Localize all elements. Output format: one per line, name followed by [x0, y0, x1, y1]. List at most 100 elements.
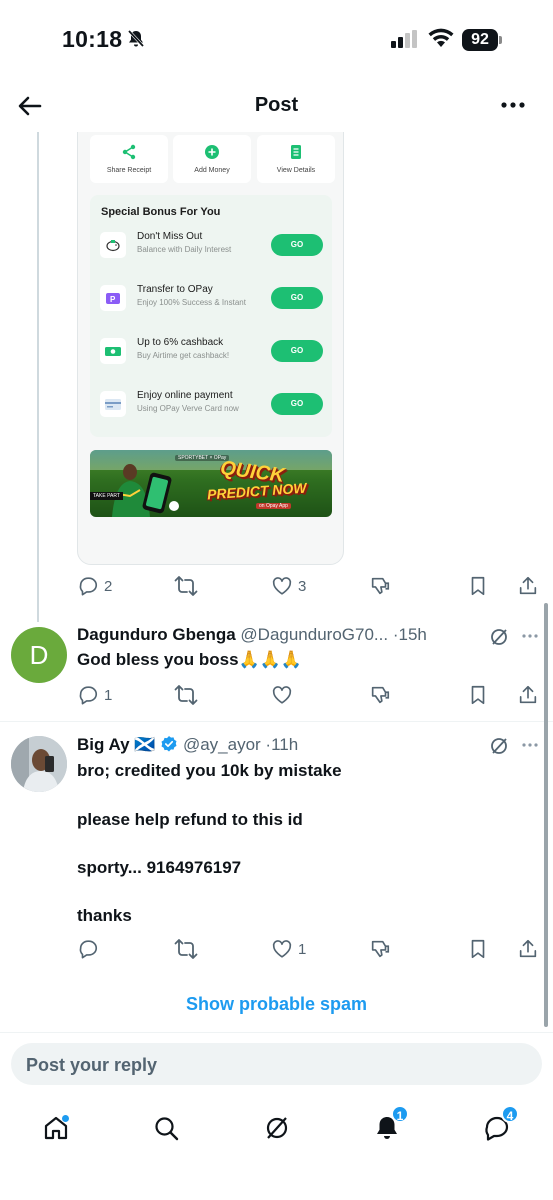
search-icon [155, 1117, 179, 1141]
reply-count: 1 [104, 687, 113, 704]
reply-text-line: please help refund to this id [77, 810, 303, 829]
tab-search[interactable] [146, 1108, 186, 1148]
bonus-item-title: Enjoy online payment [137, 390, 233, 401]
bonus-item: Up to 6% cashback Buy Airtime get cashba… [90, 333, 332, 373]
reply-action-bar: 1 [77, 680, 547, 708]
bookmark-button[interactable] [467, 680, 497, 708]
share-upload-icon [519, 685, 537, 704]
show-probable-spam-link[interactable]: Show probable spam [0, 994, 553, 1015]
messages-badge: 4 [501, 1105, 519, 1123]
reply-post[interactable]: Big Ay 🏴󠁧󠁢󠁳󠁣󠁴󠁿 @ay_ayor ·11h bro; credit… [0, 722, 553, 972]
reply-action-bar: 1 [77, 934, 547, 962]
post-media-screenshot[interactable]: Share Receipt Add Money View Details Spe… [77, 118, 344, 565]
dislike-button[interactable] [369, 680, 399, 708]
banner-tag: TAKE PART [90, 492, 123, 500]
plus-circle-icon [203, 143, 221, 161]
share-button[interactable] [517, 571, 547, 599]
bonus-item-desc: Balance with Daily Interest [137, 245, 232, 254]
add-money-action: Add Money [173, 135, 251, 183]
bookmark-icon [471, 939, 485, 959]
bottom-tab-bar: 1 4 [0, 1098, 553, 1158]
separator-dot: · [260, 735, 272, 754]
thumbs-down-icon [371, 686, 390, 704]
author-handle[interactable]: @ay_ayor [183, 735, 261, 754]
reply-button[interactable] [77, 934, 137, 962]
bookmark-icon [471, 685, 485, 705]
like-button[interactable]: 3 [271, 571, 331, 599]
tab-home[interactable] [36, 1108, 76, 1148]
more-options-icon[interactable] [520, 737, 540, 757]
document-icon [287, 143, 305, 161]
bonus-item-desc: Using OPay Verve Card now [137, 404, 239, 413]
tab-grok[interactable] [257, 1108, 297, 1148]
repost-button[interactable] [174, 680, 234, 708]
composer-divider [0, 1032, 553, 1033]
battery-level: 92 [462, 29, 498, 51]
reply-post[interactable]: D Dagunduro Gbenga @DagunduroG70... ·15h… [0, 612, 553, 722]
bonus-item-desc: Enjoy 100% Success & Instant [137, 298, 246, 307]
grok-icon[interactable] [489, 627, 509, 647]
card-icon [100, 391, 126, 417]
scrollbar[interactable] [544, 603, 548, 1027]
banner-caption: on Opay App [256, 503, 291, 509]
repost-icon [174, 576, 198, 596]
cash-icon [100, 338, 126, 364]
page-title: Post [254, 94, 299, 116]
home-indicator-area [0, 1166, 553, 1200]
reply-icon [79, 686, 98, 705]
grok-icon[interactable] [489, 736, 509, 756]
wallet-icon: P [100, 285, 126, 311]
avatar[interactable] [11, 736, 67, 792]
avatar[interactable]: D [11, 627, 67, 683]
quick-predict-promo-banner: SPORTYBET × OPay TAKE PART QUICK PREDICT… [90, 450, 332, 517]
reply-count: 2 [104, 578, 113, 595]
share-button[interactable] [517, 934, 547, 962]
go-button: GO [271, 234, 323, 256]
reply-header: Big Ay 🏴󠁧󠁢󠁳󠁣󠁴󠁿 @ay_ayor ·11h [77, 735, 298, 759]
repost-icon [174, 939, 198, 959]
author-handle[interactable]: @DagunduroG70... [240, 625, 388, 644]
bookmark-button[interactable] [467, 934, 497, 962]
author-name[interactable]: Dagunduro Gbenga [77, 625, 236, 644]
share-icon [120, 143, 138, 161]
reply-input-placeholder: Post your reply [26, 1055, 158, 1075]
repost-button[interactable] [174, 571, 234, 599]
bookmark-icon [471, 576, 485, 596]
go-button: GO [271, 393, 323, 415]
share-button[interactable] [517, 680, 547, 708]
quick-action-label: Share Receipt [106, 167, 152, 174]
dislike-button[interactable] [369, 571, 399, 599]
like-button[interactable] [271, 680, 331, 708]
verified-badge-icon [160, 735, 178, 753]
like-count: 3 [298, 578, 307, 595]
bonus-item: P Transfer to OPay Enjoy 100% Success & … [90, 280, 332, 320]
thread-connector-line [37, 132, 39, 622]
more-options-icon[interactable] [520, 628, 540, 648]
heart-icon [272, 686, 292, 704]
reply-button[interactable]: 1 [77, 680, 137, 708]
wifi-icon [427, 28, 455, 48]
share-receipt-action: Share Receipt [90, 135, 168, 183]
dislike-button[interactable] [369, 934, 399, 962]
battery-tip [499, 36, 502, 44]
grok-icon [266, 1117, 288, 1139]
nav-header: Post [0, 78, 553, 132]
like-button[interactable]: 1 [271, 934, 331, 962]
post-time: 15h [398, 625, 427, 644]
author-name[interactable]: Big Ay [77, 735, 130, 754]
cellular-signal-icon [391, 30, 419, 48]
reply-input[interactable]: Post your reply [11, 1043, 542, 1085]
reply-text: God bless you boss🙏🙏🙏 [77, 650, 303, 669]
repost-button[interactable] [174, 934, 234, 962]
piggy-bank-icon [100, 232, 126, 258]
more-options-icon[interactable] [496, 90, 530, 120]
main-post-action-bar: 2 3 [77, 571, 547, 599]
home-new-dot [61, 1114, 70, 1123]
reply-icon [79, 577, 98, 596]
reply-button[interactable]: 2 [77, 571, 137, 599]
bonus-item-desc: Buy Airtime get cashback! [137, 351, 230, 360]
tab-messages[interactable]: 4 [477, 1105, 519, 1148]
tab-notifications[interactable]: 1 [367, 1105, 409, 1148]
special-bonus-panel: Special Bonus For You Don't Miss Out Bal… [90, 195, 332, 437]
bookmark-button[interactable] [467, 571, 497, 599]
